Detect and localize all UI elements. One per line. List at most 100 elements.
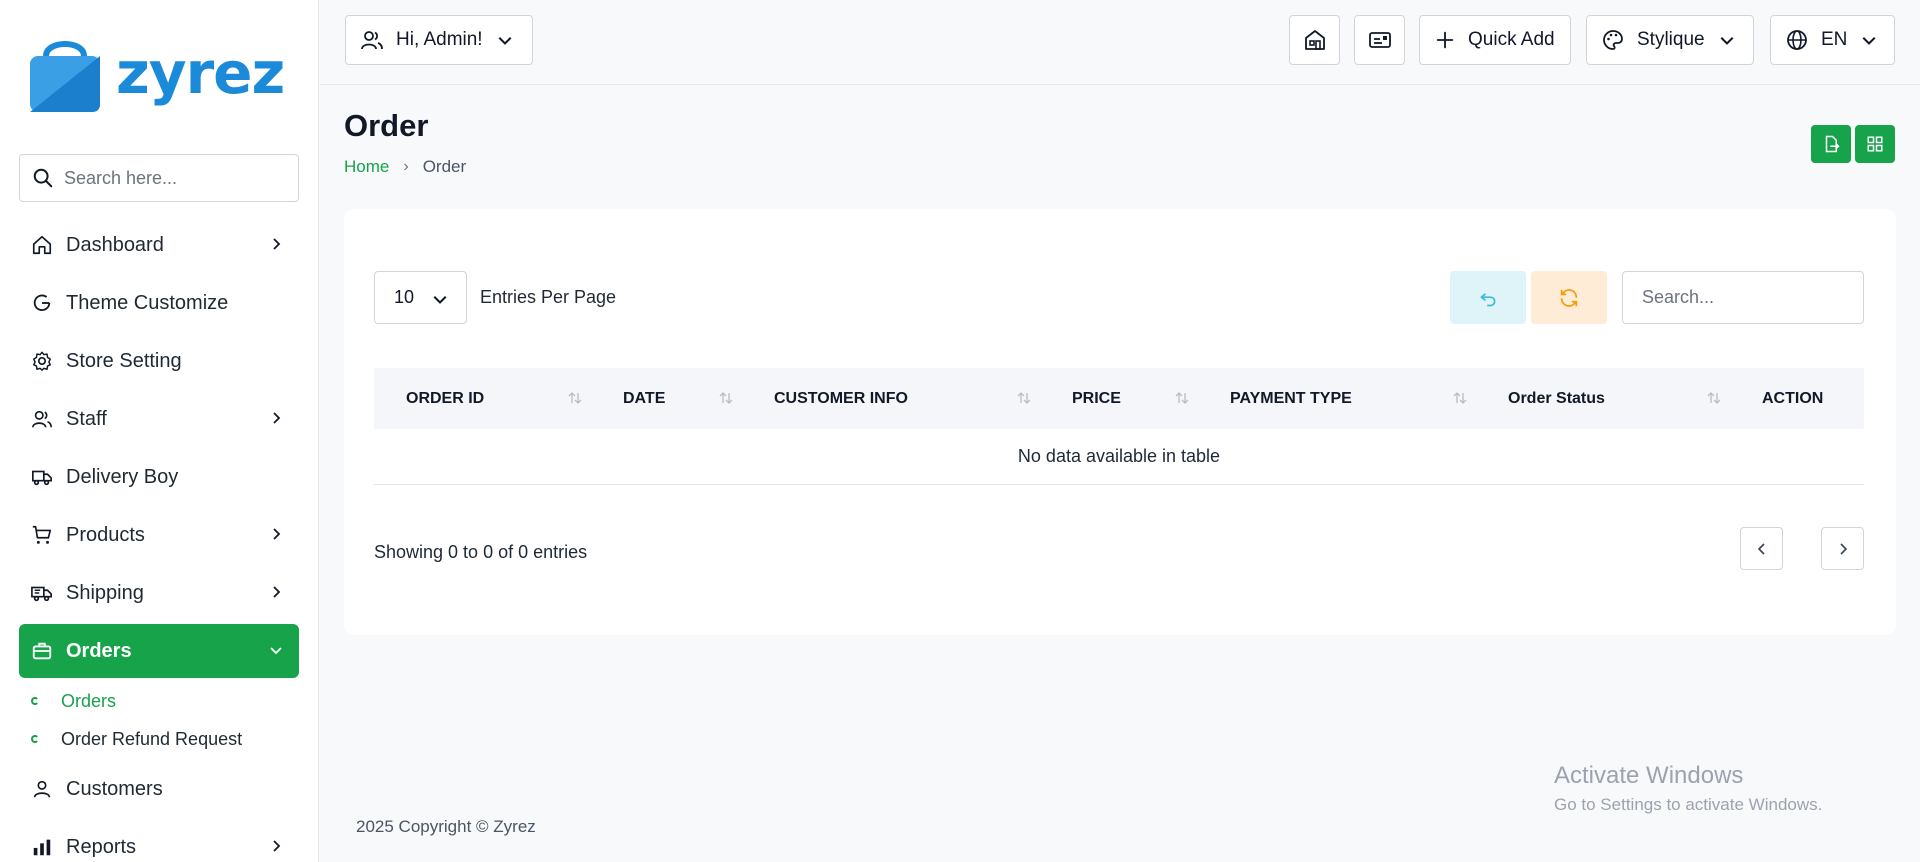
chevron-right-icon: ›	[403, 158, 409, 175]
quick-add-button[interactable]: Quick Add	[1419, 15, 1571, 65]
sort-icon	[1175, 392, 1189, 404]
top-header: Hi, Admin! Quick Add Stylique EN	[320, 0, 1920, 85]
sidebar-item-orders[interactable]: Orders	[19, 624, 299, 678]
sidebar-nav: Dashboard Theme Customize Store Setting …	[19, 218, 299, 862]
empty-table-message: No data available in table	[374, 429, 1864, 485]
sidebar-item-products[interactable]: Products	[19, 508, 299, 562]
sort-icon	[1017, 392, 1031, 404]
quick-add-label: Quick Add	[1468, 29, 1555, 50]
sidebar: zyrez Dashboard Theme Customize Store Se…	[0, 0, 319, 862]
palette-icon	[1603, 30, 1623, 50]
reset-button[interactable]	[1450, 271, 1526, 324]
briefcase-icon	[31, 640, 53, 662]
shopping-bag-logo-icon	[30, 41, 100, 112]
palette-refresh-icon	[31, 292, 53, 314]
sidebar-item-label: Orders	[66, 639, 132, 662]
chevron-down-icon	[498, 36, 512, 45]
shipping-truck-icon	[31, 582, 53, 604]
sidebar-item-theme-customize[interactable]: Theme Customize	[19, 276, 299, 330]
sidebar-item-reports[interactable]: Reports	[19, 820, 299, 862]
submenu-item-label: Order Refund Request	[61, 728, 243, 749]
sidebar-item-staff[interactable]: Staff	[19, 392, 299, 446]
breadcrumb-home-link[interactable]: Home	[344, 157, 389, 177]
sort-icon	[1707, 392, 1721, 404]
chevron-right-icon	[273, 412, 281, 424]
table-search-input[interactable]	[1622, 271, 1864, 324]
chevron-right-icon	[273, 528, 281, 540]
breadcrumb-current: Order	[422, 157, 467, 176]
sidebar-item-label: Products	[66, 523, 145, 546]
theme-switcher-button[interactable]: Stylique	[1586, 15, 1754, 65]
column-header-date[interactable]: DATE	[591, 368, 742, 429]
watermark-title: Activate Windows	[1554, 762, 1744, 789]
grid-icon	[1867, 136, 1883, 152]
user-greeting: Hi, Admin!	[396, 29, 483, 50]
entries-per-page-value: 10	[394, 287, 415, 307]
sidebar-item-customers[interactable]: Customers	[19, 762, 299, 816]
brand-logo[interactable]: zyrez	[22, 30, 285, 116]
cart-icon	[31, 524, 53, 546]
column-header-order-id[interactable]: ORDER ID	[374, 368, 591, 429]
sidebar-item-store-setting[interactable]: Store Setting	[19, 334, 299, 388]
windows-activation-watermark: Activate Windows Go to Settings to activ…	[1554, 762, 1822, 815]
circle-dot-icon	[31, 735, 39, 743]
table-header-row: ORDER ID DATE CUSTOMER INFO PRICE PAYMEN…	[374, 368, 1864, 429]
user-menu-button[interactable]: Hi, Admin!	[345, 15, 533, 65]
sidebar-item-dashboard[interactable]: Dashboard	[19, 218, 299, 272]
sort-icon	[568, 392, 582, 404]
sidebar-item-label: Theme Customize	[66, 291, 229, 314]
pagination-next-button[interactable]	[1821, 527, 1864, 570]
chevron-down-icon	[1862, 36, 1876, 45]
brand-name: zyrez	[116, 39, 285, 107]
user-icon	[31, 778, 53, 800]
chevron-down-icon	[1720, 36, 1734, 45]
column-header-payment-type[interactable]: PAYMENT TYPE	[1198, 368, 1476, 429]
chevron-right-icon	[273, 840, 281, 852]
footer-copyright: 2025 Copyright © Zyrez	[356, 817, 536, 836]
page-title: Order	[344, 108, 429, 143]
sidebar-item-label: Dashboard	[66, 233, 164, 256]
submenu-item-order-refund-request[interactable]: Order Refund Request	[31, 720, 299, 758]
plus-icon	[1436, 31, 1454, 49]
column-header-price[interactable]: PRICE	[1040, 368, 1198, 429]
orders-table: ORDER ID DATE CUSTOMER INFO PRICE PAYMEN…	[374, 368, 1864, 485]
chevron-down-icon	[270, 647, 282, 655]
grid-view-button[interactable]	[1855, 125, 1895, 163]
chevron-down-icon	[433, 295, 447, 304]
entries-per-page-label: Entries Per Page	[480, 287, 617, 307]
sidebar-search[interactable]	[19, 154, 299, 202]
gear-icon	[31, 350, 53, 372]
sidebar-item-shipping[interactable]: Shipping	[19, 566, 299, 620]
sidebar-item-label: Reports	[66, 835, 137, 858]
sidebar-item-label: Customers	[66, 777, 163, 800]
column-header-label: ACTION	[1762, 389, 1824, 407]
table-info: Showing 0 to 0 of 0 entries	[374, 542, 588, 562]
sidebar-item-label: Store Setting	[66, 349, 182, 372]
column-header-customer-info[interactable]: CUSTOMER INFO	[742, 368, 1040, 429]
pos-button[interactable]	[1354, 15, 1405, 65]
export-button[interactable]	[1811, 125, 1851, 163]
store-icon	[1304, 30, 1325, 50]
pagination-previous-button[interactable]	[1740, 527, 1783, 570]
column-header-label: PRICE	[1072, 389, 1121, 407]
file-export-icon	[1825, 135, 1840, 153]
orders-card: 10 Entries Per Page ORDER ID DATE CUSTOM…	[344, 209, 1896, 635]
sort-icon	[1453, 392, 1467, 404]
chart-icon	[31, 836, 53, 858]
table-empty-row: No data available in table	[374, 429, 1864, 485]
theme-name: Stylique	[1637, 29, 1705, 50]
sidebar-item-delivery-boy[interactable]: Delivery Boy	[19, 450, 299, 504]
entries-per-page-select[interactable]: 10	[374, 271, 467, 324]
circle-dot-icon	[31, 697, 39, 705]
chevron-left-icon	[1757, 542, 1765, 555]
sidebar-item-label: Shipping	[66, 581, 144, 604]
language-switcher-button[interactable]: EN	[1770, 15, 1895, 65]
submenu-item-orders[interactable]: Orders	[31, 682, 299, 720]
refresh-button[interactable]	[1531, 271, 1607, 324]
column-header-action: ACTION	[1730, 368, 1864, 429]
sidebar-search-input[interactable]	[64, 167, 274, 189]
store-home-button[interactable]	[1289, 15, 1340, 65]
globe-icon	[1787, 30, 1807, 50]
column-header-order-status[interactable]: Order Status	[1476, 368, 1730, 429]
users-icon	[361, 31, 383, 50]
